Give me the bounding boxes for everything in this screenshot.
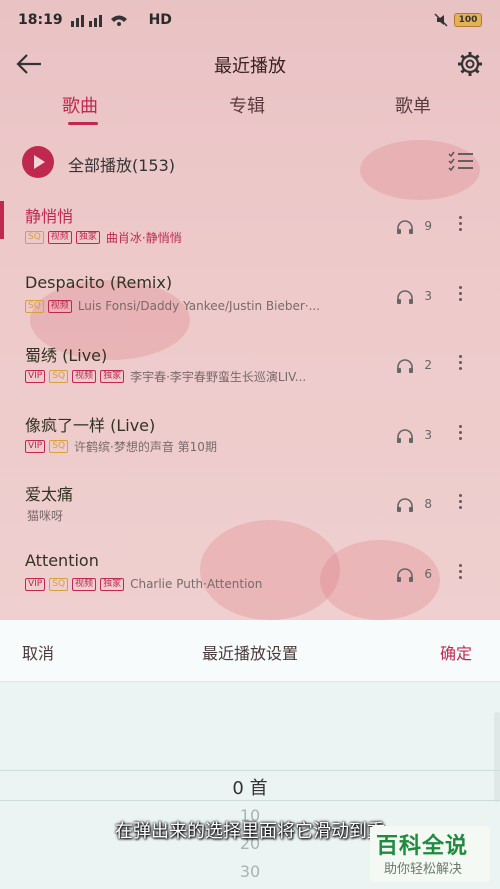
quality-badge: 独家: [100, 577, 125, 591]
song-artist: Luis Fonsi/Daddy Yankee/Justin Bieber·..…: [77, 299, 321, 313]
tab-songs[interactable]: 歌曲: [62, 92, 98, 118]
song-artist: 曲肖冰·静悄悄: [105, 231, 182, 245]
play-count: 6: [424, 567, 432, 581]
song-title: Despacito (Remix): [25, 273, 173, 292]
song-artist: 李宇春·李宇春野蛮生长巡演LIV...: [130, 370, 307, 384]
picker-selected-value[interactable]: 0 首: [0, 774, 500, 800]
song-artist: Charlie Puth·Attention: [130, 577, 263, 591]
app-background: 18:19 HD 100 最近播放 歌曲 专辑 歌单 全部播放(153) 静悄悄…: [0, 0, 500, 620]
now-playing-indicator: [0, 201, 4, 239]
selection-line-top: [0, 770, 500, 771]
song-row[interactable]: 静悄悄 SQ 视频 独家 曲肖冰·静悄悄 9: [0, 195, 500, 265]
gear-icon[interactable]: [456, 50, 484, 78]
song-row[interactable]: Despacito (Remix) SQ 视频 Luis Fonsi/Daddy Ya…: [0, 265, 500, 335]
multi-select-icon[interactable]: [448, 150, 474, 172]
headphones-icon: [397, 498, 413, 512]
status-bar: 18:19 HD 100: [0, 0, 500, 40]
more-options-icon[interactable]: [456, 422, 464, 448]
quality-badge: SQ: [25, 299, 44, 313]
confirm-button[interactable]: 确定: [440, 640, 472, 664]
quality-badge: 视频: [72, 577, 97, 591]
headphones-icon: [397, 220, 413, 234]
quality-badge: SQ: [49, 370, 69, 383]
tab-indicator: [68, 122, 98, 125]
song-row[interactable]: 蜀绣 (Live) VIP SQ 视频 独家 李宇春·李宇春野蛮生长巡演LIV... 2: [0, 334, 500, 404]
tab-albums[interactable]: 专辑: [229, 92, 265, 118]
song-meta: VIP SQ 许鹤缤·梦想的声音 第10期: [25, 438, 217, 455]
song-title: Attention: [25, 551, 99, 570]
more-options-icon[interactable]: [456, 213, 464, 239]
watermark-logo: 百科全说 助你轻松解决: [370, 826, 490, 882]
battery-icon: 100: [454, 13, 482, 27]
headphones-icon: [397, 359, 413, 373]
watermark-subtitle: 助你轻松解决: [384, 862, 463, 877]
tab-bar: 歌曲 专辑 歌单: [0, 88, 500, 128]
play-all-label: 全部播放(153): [68, 156, 176, 175]
song-artist: 猫咪呀: [27, 509, 64, 523]
play-count: 8: [424, 497, 432, 511]
song-meta: VIP SQ 视频 独家 李宇春·李宇春野蛮生长巡演LIV...: [25, 368, 306, 385]
song-meta: SQ 视频 独家 曲肖冰·静悄悄: [25, 229, 182, 246]
play-count: 2: [424, 358, 432, 372]
selection-line-bottom: [0, 800, 500, 801]
more-options-icon[interactable]: [456, 352, 464, 378]
play-count: 3: [424, 289, 432, 303]
quality-badge: 独家: [100, 370, 125, 383]
headphones-icon: [397, 290, 413, 304]
quality-badge: 视频: [72, 370, 97, 383]
battery-level: 100: [458, 15, 478, 25]
headphones-icon: [397, 568, 413, 582]
quality-badge: SQ: [25, 231, 44, 244]
watermark-title: 百科全说: [376, 834, 469, 859]
song-meta: 猫咪呀: [25, 507, 63, 524]
more-options-icon[interactable]: [456, 491, 464, 517]
song-title: 爱太痛: [25, 485, 74, 504]
more-options-icon[interactable]: [456, 283, 464, 309]
quality-badge: SQ: [49, 440, 69, 453]
quality-badge: VIP: [25, 577, 46, 591]
play-icon[interactable]: [22, 146, 54, 178]
song-row[interactable]: 爱太痛猫咪呀 8: [0, 473, 500, 543]
signal-icon: [70, 15, 127, 27]
sheet-title: 最近播放设置: [201, 644, 298, 663]
status-time: 18:19: [18, 12, 63, 28]
tab-playlists[interactable]: 歌单: [395, 92, 431, 118]
quality-badge: SQ: [49, 577, 69, 591]
quality-badge: 独家: [75, 231, 100, 244]
song-row[interactable]: Attention VIP SQ 视频 独家 Charlie Puth·Attention…: [0, 543, 500, 613]
song-title: 蜀绣 (Live): [25, 346, 108, 365]
more-options-icon[interactable]: [456, 561, 464, 587]
network-label: HD: [148, 12, 172, 28]
song-meta: VIP SQ 视频 独家 Charlie Puth·Attention: [25, 577, 262, 591]
song-artist: 许鹤缤·梦想的声音 第10期: [74, 440, 217, 454]
mute-icon: [434, 13, 448, 27]
song-title: 像疯了一样 (Live): [25, 416, 156, 435]
play-count: 3: [424, 428, 432, 442]
quality-badge: VIP: [25, 440, 46, 453]
quality-badge: 视频: [47, 299, 72, 313]
headphones-icon: [397, 429, 413, 443]
song-meta: SQ 视频 Luis Fonsi/Daddy Yankee/Justin Biebe…: [25, 299, 320, 313]
app-header: 最近播放: [0, 40, 500, 88]
quality-badge: 视频: [47, 231, 72, 244]
play-count: 9: [424, 219, 432, 233]
song-title: 静悄悄: [25, 207, 74, 226]
song-row[interactable]: 像疯了一样 (Live) VIP SQ 许鹤缤·梦想的声音 第10期 3: [0, 404, 500, 474]
play-all-row[interactable]: 全部播放(153): [0, 144, 500, 180]
page-title: 最近播放: [214, 56, 286, 77]
sheet-header: 取消 最近播放设置 确定: [0, 620, 500, 682]
quality-badge: VIP: [25, 370, 46, 383]
